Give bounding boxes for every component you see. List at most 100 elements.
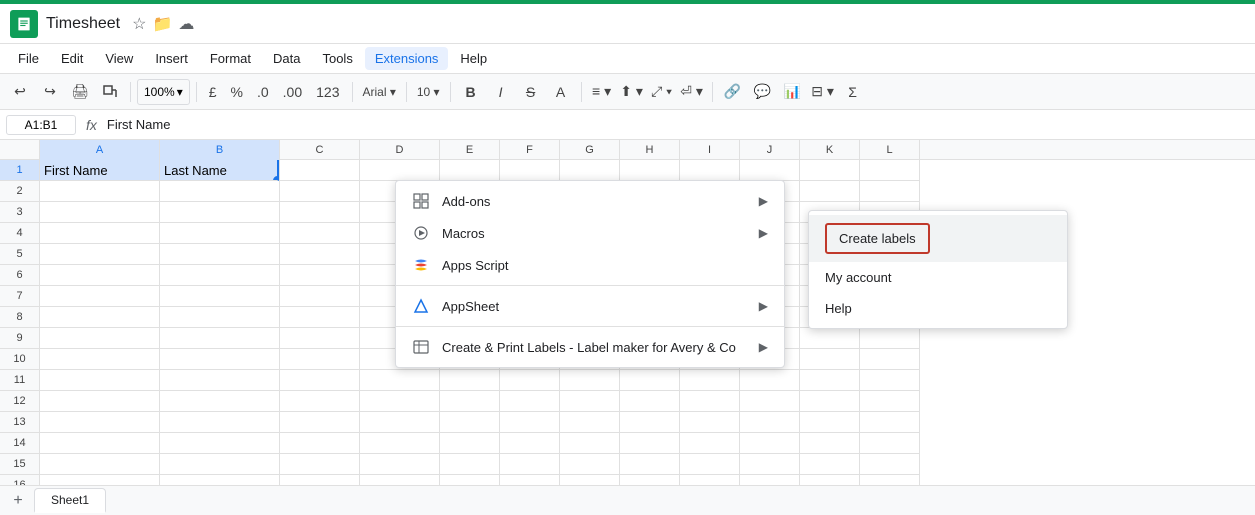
menu-insert[interactable]: Insert [145,47,198,70]
star-icon[interactable]: ☆ [132,14,146,34]
cell-a9[interactable] [40,328,159,349]
cell-a13[interactable] [40,412,159,433]
percent-button[interactable]: % [225,78,249,106]
cell-c10[interactable] [280,349,359,370]
col-header-j[interactable]: J [740,140,800,160]
cell-c8[interactable] [280,307,359,328]
undo-button[interactable]: ↩ [6,78,34,106]
number-format-button[interactable]: 123 [310,78,345,106]
function-button[interactable]: Σ [839,78,867,106]
cell-c3[interactable] [280,202,359,223]
text-rotate-button[interactable]: ⤢ ▾ [648,78,676,106]
paint-format-button[interactable] [96,78,124,106]
cell-b2[interactable] [160,181,279,202]
row-num-5[interactable]: 5 [0,244,39,265]
cell-c12[interactable] [280,391,359,412]
menu-apps-script[interactable]: Apps Script [396,249,784,281]
print-button[interactable]: 🖨 [66,78,94,106]
menu-data[interactable]: Data [263,47,310,70]
cell-c14[interactable] [280,433,359,454]
row-num-2[interactable]: 2 [0,181,39,202]
cell-b8[interactable] [160,307,279,328]
cell-a15[interactable] [40,454,159,475]
italic-button[interactable]: I [487,78,515,106]
col-header-h[interactable]: H [620,140,680,160]
cell-b11[interactable] [160,370,279,391]
cell-a2[interactable] [40,181,159,202]
cell-a8[interactable] [40,307,159,328]
filter-button[interactable]: ⊟ ▾ [809,78,837,106]
cell-b13[interactable] [160,412,279,433]
menu-macros[interactable]: Macros ▶ [396,217,784,249]
cell-a14[interactable] [40,433,159,454]
font-size-button[interactable]: 10 ▾ [413,78,444,106]
wrap-button[interactable]: ⏎ ▾ [678,78,706,106]
cell-c5[interactable] [280,244,359,265]
sheet-tab-sheet1[interactable]: Sheet1 [34,488,106,513]
col-header-g[interactable]: G [560,140,620,160]
cell-a11[interactable] [40,370,159,391]
submenu-help[interactable]: Help [809,293,1067,324]
align-button[interactable]: ≡ ▾ [588,78,616,106]
font-family-button[interactable]: Arial ▾ [359,78,400,106]
menu-file[interactable]: File [8,47,49,70]
cell-reference[interactable]: A1:B1 [6,115,76,135]
decimal-decrease-button[interactable]: .0 [251,78,275,106]
cell-b9[interactable] [160,328,279,349]
menu-help[interactable]: Help [450,47,497,70]
cell-b10[interactable] [160,349,279,370]
cell-b14[interactable] [160,433,279,454]
menu-view[interactable]: View [95,47,143,70]
menu-labels[interactable]: Create & Print Labels - Label maker for … [396,331,784,363]
row-num-11[interactable]: 11 [0,370,39,391]
cell-c4[interactable] [280,223,359,244]
row-num-14[interactable]: 14 [0,433,39,454]
row-num-1[interactable]: 1 [0,160,39,181]
row-num-6[interactable]: 6 [0,265,39,286]
cell-b3[interactable] [160,202,279,223]
row-num-12[interactable]: 12 [0,391,39,412]
cell-c7[interactable] [280,286,359,307]
menu-appsheet[interactable]: AppSheet ▶ [396,290,784,322]
row-num-7[interactable]: 7 [0,286,39,307]
row-num-4[interactable]: 4 [0,223,39,244]
menu-tools[interactable]: Tools [312,47,362,70]
currency-button[interactable]: £ [203,78,223,106]
cell-a6[interactable] [40,265,159,286]
col-header-i[interactable]: I [680,140,740,160]
text-color-button[interactable]: A [547,78,575,106]
cell-a12[interactable] [40,391,159,412]
cell-a1[interactable]: First Name [40,160,159,181]
row-num-15[interactable]: 15 [0,454,39,475]
cell-c13[interactable] [280,412,359,433]
col-header-l[interactable]: L [860,140,920,160]
col-header-c[interactable]: C [280,140,360,160]
col-header-e[interactable]: E [440,140,500,160]
cell-c11[interactable] [280,370,359,391]
cell-c2[interactable] [280,181,359,202]
cell-a4[interactable] [40,223,159,244]
cell-a3[interactable] [40,202,159,223]
col-header-d[interactable]: D [360,140,440,160]
menu-format[interactable]: Format [200,47,261,70]
submenu-create-labels[interactable]: Create labels [809,215,1067,262]
col-header-f[interactable]: F [500,140,560,160]
row-num-9[interactable]: 9 [0,328,39,349]
cell-a5[interactable] [40,244,159,265]
cell-c15[interactable] [280,454,359,475]
add-sheet-button[interactable]: + [6,489,30,513]
cell-b1[interactable]: Last Name [160,160,279,181]
menu-addons[interactable]: Add-ons ▶ [396,185,784,217]
row-num-8[interactable]: 8 [0,307,39,328]
col-header-b[interactable]: B [160,140,280,160]
submenu-my-account[interactable]: My account [809,262,1067,293]
cell-a10[interactable] [40,349,159,370]
cell-c9[interactable] [280,328,359,349]
link-button[interactable]: 🔗 [719,78,747,106]
cell-c6[interactable] [280,265,359,286]
valign-button[interactable]: ⬆ ▾ [618,78,646,106]
cloud-icon[interactable]: ☁ [178,14,194,34]
decimal-increase-button[interactable]: .00 [277,78,308,106]
cell-b6[interactable] [160,265,279,286]
folder-icon[interactable]: 📁 [152,14,172,34]
